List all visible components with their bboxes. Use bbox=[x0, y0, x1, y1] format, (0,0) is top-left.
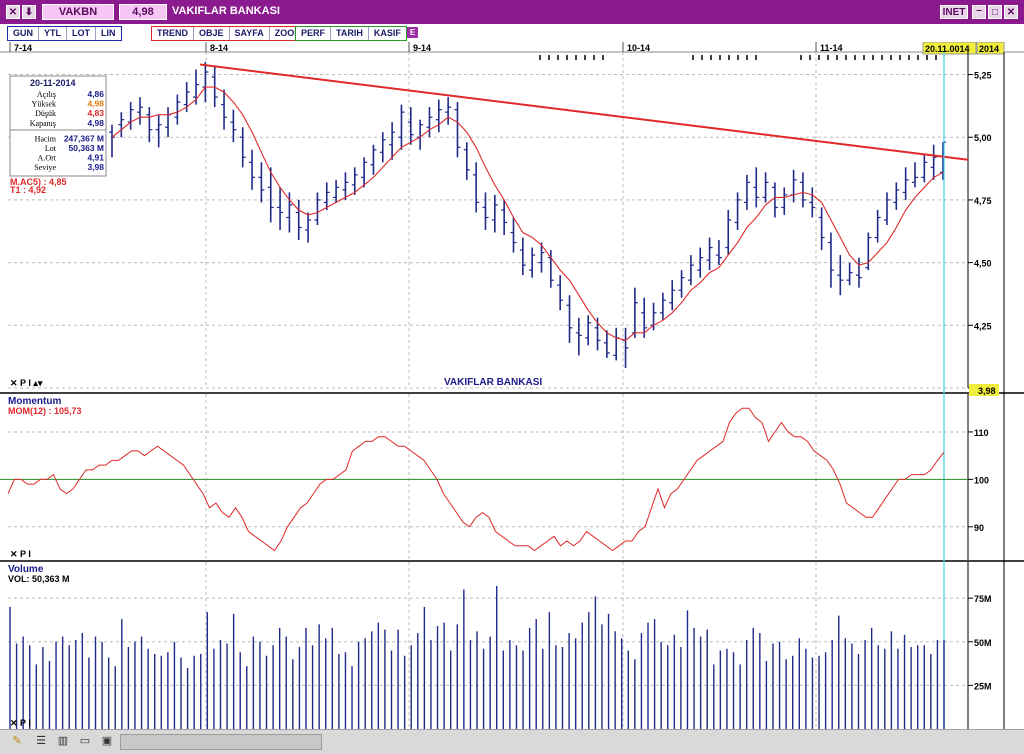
obje-button[interactable]: OBJE bbox=[194, 27, 230, 40]
info-label: Hacim bbox=[35, 134, 57, 143]
momentum-y-tick-label: 90 bbox=[974, 523, 984, 533]
price-y-tick-label: 4,25 bbox=[974, 321, 992, 331]
info-label: A.Ort bbox=[38, 154, 57, 163]
current-value-label: 3,98 bbox=[978, 386, 996, 396]
tarih-button[interactable]: TARIH bbox=[331, 27, 369, 40]
date-axis-label: 11-14 bbox=[820, 43, 843, 53]
date-axis-label: 8-14 bbox=[210, 43, 228, 53]
pencil-icon[interactable]: ✎ bbox=[10, 734, 24, 748]
ytl-button[interactable]: YTL bbox=[39, 27, 67, 40]
bottom-bar: ✎ ☰ ▥ ▭ ▣ bbox=[0, 729, 1024, 754]
analysis-button-group: PERF TARIH KASIF bbox=[295, 26, 407, 41]
info-value: 4,98 bbox=[87, 118, 104, 128]
info-label: Yüksek bbox=[32, 100, 56, 109]
info-value: 4,83 bbox=[87, 108, 104, 118]
inet-button[interactable]: INET bbox=[940, 5, 968, 19]
momentum-legend: MOM(12) : 105,73 bbox=[8, 406, 82, 416]
date-axis-label: 9-14 bbox=[413, 43, 431, 53]
maximize-icon[interactable]: □ bbox=[988, 5, 1002, 19]
volume-y-tick-label: 75M bbox=[974, 594, 992, 604]
momentum-y-tick-label: 100 bbox=[974, 475, 989, 485]
close-icon[interactable]: ✕ bbox=[6, 5, 20, 19]
info-label: Seviye bbox=[34, 163, 56, 172]
info-label: Lot bbox=[45, 144, 57, 153]
panel-controls: ✕ P I bbox=[10, 549, 31, 559]
volume-y-tick-label: 50M bbox=[974, 638, 992, 648]
info-date: 20-11-2014 bbox=[30, 78, 76, 88]
date-axis-label: 7-14 bbox=[14, 43, 32, 53]
momentum-y-tick-label: 110 bbox=[974, 428, 989, 438]
price-field: 4,98 bbox=[119, 4, 167, 20]
info-value: 4,91 bbox=[87, 153, 104, 163]
status-field bbox=[120, 734, 322, 750]
panel-controls: ✕ P I bbox=[10, 718, 31, 728]
save-icon[interactable]: ▣ bbox=[100, 734, 114, 748]
folder-icon[interactable]: ▭ bbox=[78, 734, 92, 748]
info-label: Kapanış bbox=[30, 119, 56, 128]
gun-button[interactable]: GUN bbox=[8, 27, 39, 40]
minimize-icon[interactable]: – bbox=[972, 5, 986, 19]
sayfa-button[interactable]: SAYFA bbox=[229, 27, 270, 40]
chart-icon[interactable]: ▥ bbox=[56, 734, 70, 748]
volume-legend: VOL: 50,363 M bbox=[8, 574, 70, 584]
view-button-group: GUN YTL LOT LIN bbox=[7, 26, 122, 41]
e-button[interactable]: E bbox=[407, 27, 418, 38]
info-value: 4,86 bbox=[87, 89, 104, 99]
info-label: Açılış bbox=[37, 90, 56, 99]
window-title: VAKIFLAR BANKASI bbox=[172, 5, 280, 17]
perf-button[interactable]: PERF bbox=[296, 27, 332, 40]
info-value: 4,98 bbox=[87, 99, 104, 109]
date-axis-label: 10-14 bbox=[627, 43, 650, 53]
info-value: 3,98 bbox=[87, 162, 104, 172]
lot-button[interactable]: LOT bbox=[67, 27, 96, 40]
list-icon[interactable]: ☰ bbox=[34, 734, 48, 748]
price-y-tick-label: 5,00 bbox=[974, 133, 992, 143]
symbol-field[interactable]: VAKBN bbox=[42, 4, 114, 20]
chart-area: 7-14 8-14 9-14 10-14 11-14 20.11.0014 2014 5,25… bbox=[0, 42, 1024, 729]
panel-controls: ✕ P I ▴▾ bbox=[10, 378, 43, 388]
price-y-tick-label: 4,50 bbox=[974, 259, 992, 269]
cursor-date-label: 20.11.0014 bbox=[925, 44, 970, 54]
info-value: 247,367 M bbox=[64, 133, 104, 143]
price-panel-title: VAKIFLAR BANKASI bbox=[444, 377, 542, 388]
close-window-icon[interactable]: ✕ bbox=[1004, 5, 1018, 19]
trend-button[interactable]: TREND bbox=[152, 27, 194, 40]
toolbar: GUN YTL LOT LIN TREND OBJE SAYFA ZOOM PE… bbox=[0, 24, 1024, 43]
info-label: Düşük bbox=[35, 109, 56, 118]
info-value: 50,363 M bbox=[69, 143, 104, 153]
lin-button[interactable]: LIN bbox=[96, 27, 121, 40]
year-label: 2014 bbox=[979, 44, 999, 54]
price-y-tick-label: 4,75 bbox=[974, 196, 992, 206]
down-arrow-icon[interactable]: ⬇ bbox=[22, 5, 36, 19]
volume-y-tick-label: 25M bbox=[974, 681, 992, 691]
trend-legend: T1 : 4,92 bbox=[10, 185, 46, 195]
title-bar: ✕ ⬇ VAKBN 4,98 VAKIFLAR BANKASI INET – □… bbox=[0, 0, 1024, 24]
price-y-tick-label: 5,25 bbox=[974, 71, 992, 81]
kasif-button[interactable]: KASIF bbox=[368, 27, 406, 40]
tools-button-group: TREND OBJE SAYFA ZOOM bbox=[151, 26, 308, 41]
